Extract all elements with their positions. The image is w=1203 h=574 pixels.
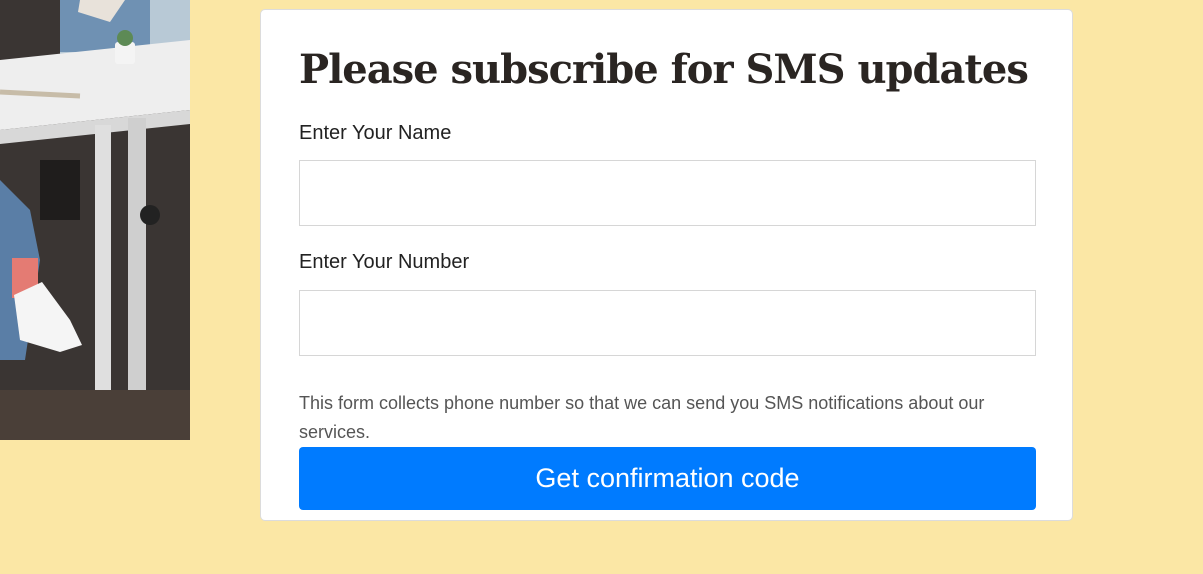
form-title: Please subscribe for SMS updates [299, 46, 1029, 93]
number-label: Enter Your Number [299, 251, 470, 273]
office-photo [0, 0, 190, 440]
privacy-notice: This form collects phone number so that … [299, 393, 985, 442]
get-confirmation-code-button[interactable]: Get confirmation code [299, 447, 1036, 510]
name-input[interactable] [299, 160, 1036, 226]
name-label: Enter Your Name [299, 122, 452, 144]
subscribe-card: Please subscribe for SMS updates Enter Y… [260, 9, 1073, 521]
phone-number-input[interactable] [299, 290, 1036, 356]
